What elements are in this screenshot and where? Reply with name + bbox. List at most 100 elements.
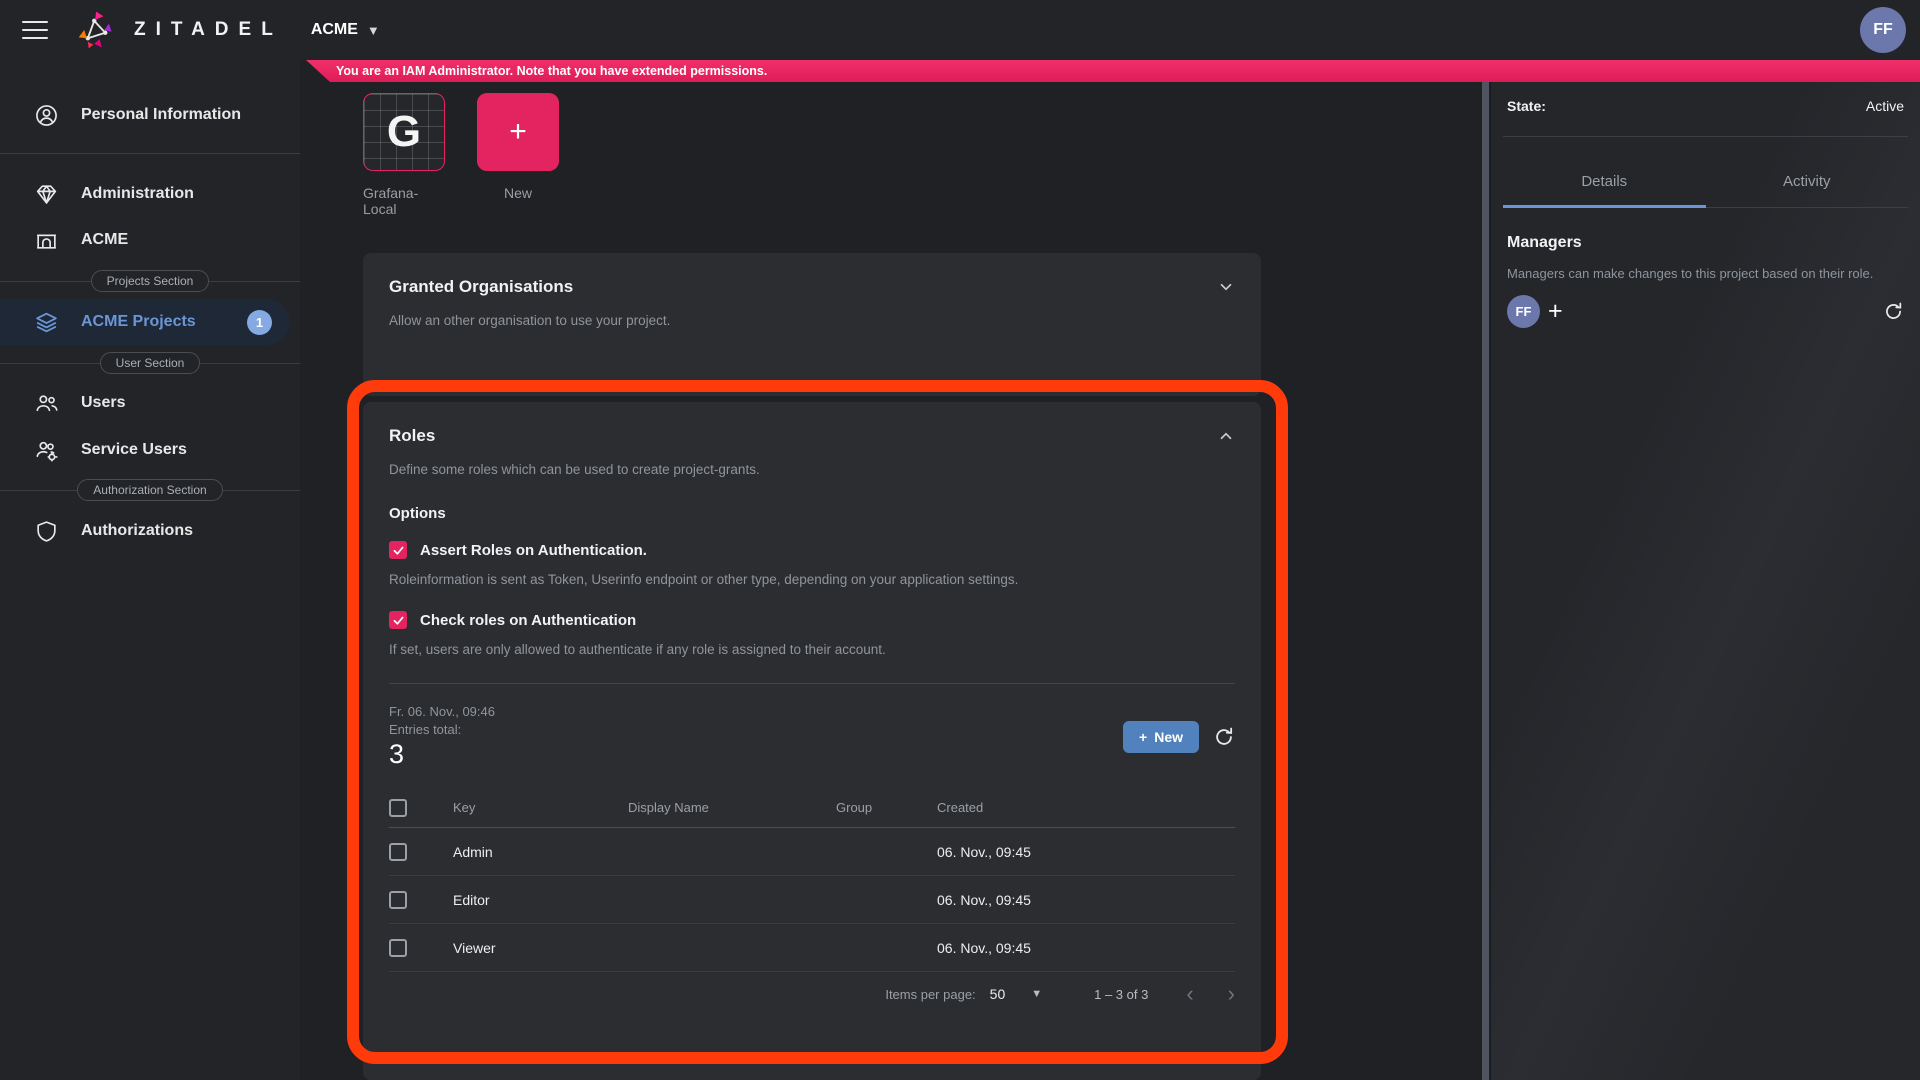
check-roles-checkbox[interactable]: Check roles on Authentication [389, 611, 1235, 629]
arch-icon [34, 228, 59, 253]
row-checkbox[interactable] [389, 891, 407, 909]
sidebar-item-service-users[interactable]: Service Users [0, 427, 300, 473]
managers-title: Managers [1507, 234, 1904, 252]
plus-icon: + [509, 115, 527, 149]
table-meta-row: Fr. 06. Nov., 09:46 Entries total: 3 + N… [389, 704, 1235, 770]
vertical-scrollbar[interactable] [1482, 82, 1489, 1080]
checkbox-label: Assert Roles on Authentication. [420, 542, 647, 559]
section-divider-user: User Section [0, 350, 300, 376]
panel-tabs: Details Activity [1503, 159, 1908, 208]
checkbox-description: If set, users are only allowed to authen… [389, 642, 1235, 657]
table-row[interactable]: Viewer 06. Nov., 09:45 [389, 924, 1235, 972]
new-role-button[interactable]: + New [1123, 721, 1199, 753]
items-per-page-value[interactable]: 50 [990, 986, 1006, 1002]
tile-letter: G [387, 107, 421, 157]
checkbox-description: Roleinformation is sent as Token, Userin… [389, 572, 1235, 587]
cell-created: 06. Nov., 09:45 [937, 940, 1235, 956]
chevron-down-icon[interactable]: ▼ [1031, 988, 1042, 1000]
project-tiles: G Grafana-Local + New [363, 93, 559, 217]
column-header-created: Created [937, 800, 1235, 815]
next-page-button[interactable]: › [1228, 983, 1235, 1005]
zitadel-console: ZITADEL ACME ▼ FF You are an IAM Adminis… [0, 0, 1920, 1080]
sidebar-divider [0, 153, 300, 154]
sidebar-item-label: Authorizations [81, 522, 193, 540]
org-switcher[interactable]: ACME ▼ [311, 21, 380, 39]
add-manager-button[interactable]: + [1548, 299, 1563, 324]
cell-key: Editor [453, 892, 628, 908]
checkbox-label: Check roles on Authentication [420, 612, 636, 629]
sidebar-item-label: Users [81, 394, 125, 412]
row-checkbox[interactable] [389, 939, 407, 957]
brand-wordmark: ZITADEL [134, 19, 283, 41]
card-title: Granted Organisations [389, 277, 573, 297]
sidebar-item-users[interactable]: Users [0, 380, 300, 426]
manager-avatar[interactable]: FF [1507, 295, 1540, 328]
row-checkbox[interactable] [389, 843, 407, 861]
managers-description: Managers can make changes to this projec… [1507, 266, 1904, 281]
tile-label: Grafana-Local [363, 185, 445, 217]
page-range: 1 – 3 of 3 [1094, 987, 1148, 1002]
section-divider-projects: Projects Section [0, 268, 300, 294]
table-row[interactable]: Editor 06. Nov., 09:45 [389, 876, 1235, 924]
user-avatar[interactable]: FF [1860, 7, 1906, 53]
sidebar-item-label: Service Users [81, 441, 187, 459]
sidebar-item-label: ACME Projects [81, 313, 196, 331]
divider [389, 683, 1235, 684]
cell-key: Admin [453, 844, 628, 860]
refresh-managers-button[interactable] [1883, 301, 1904, 322]
last-refresh-timestamp: Fr. 06. Nov., 09:46 [389, 704, 495, 719]
diamond-icon [34, 182, 59, 207]
tab-details[interactable]: Details [1503, 159, 1706, 208]
column-header-group: Group [836, 800, 937, 815]
project-count-badge: 1 [247, 310, 272, 335]
managers-section: Managers Managers can make changes to th… [1491, 208, 1920, 328]
new-project-tile[interactable]: + [477, 93, 559, 171]
refresh-icon [1213, 726, 1235, 748]
plus-icon: + [1139, 729, 1147, 745]
sidebar-item-personal-information[interactable]: Personal Information [0, 92, 300, 138]
state-value: Active [1866, 98, 1904, 114]
assert-roles-checkbox[interactable]: Assert Roles on Authentication. [389, 541, 1235, 559]
tab-activity[interactable]: Activity [1706, 159, 1909, 208]
chevron-down-icon[interactable] [1217, 278, 1235, 296]
person-circle-icon [34, 103, 59, 128]
sidebar-item-administration[interactable]: Administration [0, 171, 300, 217]
sidebar-item-label: ACME [81, 231, 128, 249]
org-name: ACME [311, 21, 358, 39]
column-header-key: Key [453, 800, 628, 815]
select-all-checkbox[interactable] [389, 799, 407, 817]
layers-icon [34, 310, 59, 335]
divider [1503, 136, 1908, 137]
card-description: Allow an other organisation to use your … [389, 313, 1235, 328]
new-role-button-label: New [1154, 729, 1183, 745]
checkbox-checked-icon [389, 541, 407, 559]
tile-label: New [504, 185, 532, 201]
sidebar: Personal Information Administration ACME… [0, 60, 300, 1080]
column-header-display-name: Display Name [628, 800, 836, 815]
entries-total-count: 3 [389, 739, 495, 770]
sidebar-item-acme-org[interactable]: ACME [0, 217, 300, 263]
menu-icon[interactable] [22, 21, 48, 39]
state-label: State: [1507, 98, 1546, 114]
card-description: Define some roles which can be used to c… [389, 462, 1235, 477]
sidebar-item-acme-projects[interactable]: ACME Projects 1 [0, 299, 290, 345]
shield-icon [34, 519, 59, 544]
sidebar-item-label: Administration [81, 185, 194, 203]
table-row[interactable]: Admin 06. Nov., 09:45 [389, 828, 1235, 876]
people-icon [34, 391, 59, 416]
chevron-up-icon[interactable] [1217, 427, 1235, 445]
project-details-panel: State: Active Details Activity Managers … [1490, 60, 1920, 1080]
banner-text: You are an IAM Administrator. Note that … [336, 64, 767, 78]
section-pill-label: Projects Section [91, 270, 210, 292]
cell-created: 06. Nov., 09:45 [937, 892, 1235, 908]
roles-table: Key Display Name Group Created Admin 06.… [389, 788, 1235, 1016]
section-divider-authorization: Authorization Section [0, 477, 300, 503]
granted-organisations-card: Granted Organisations Allow an other org… [363, 253, 1261, 396]
previous-page-button[interactable]: ‹ [1186, 983, 1193, 1005]
refresh-roles-button[interactable] [1213, 726, 1235, 748]
items-per-page-label: Items per page: [885, 987, 975, 1002]
sidebar-item-label: Personal Information [81, 106, 241, 124]
sidebar-item-authorizations[interactable]: Authorizations [0, 508, 300, 554]
state-row: State: Active [1491, 98, 1920, 114]
project-tile-grafana-local[interactable]: G [363, 93, 445, 171]
